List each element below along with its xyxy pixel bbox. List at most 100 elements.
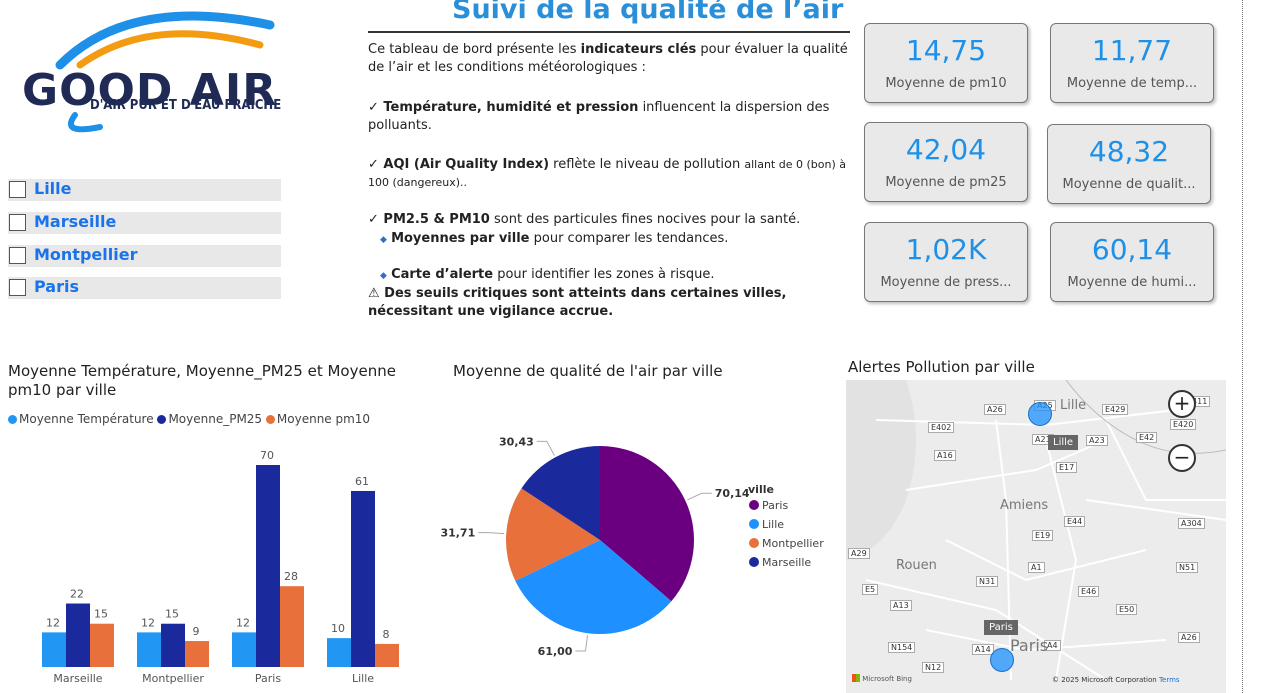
slicer-item-montpellier[interactable]: Montpellier: [8, 245, 281, 267]
paragraph-pm: ✓ PM2.5 & PM10 sont des particules fines…: [368, 211, 858, 229]
legend-dot: [8, 415, 17, 424]
paragraph-warning: ⚠ Des seuils critiques sont atteints dan…: [368, 286, 787, 319]
legend-item: Moyenne Température: [19, 412, 154, 426]
kpi-label: Moyenne de pm10: [885, 76, 1007, 91]
bar[interactable]: [375, 643, 399, 667]
checkbox[interactable]: [9, 279, 26, 296]
slicer-item-paris[interactable]: Paris: [8, 277, 281, 299]
road-label: E50: [1116, 604, 1138, 615]
sea-area: [846, 380, 916, 560]
road-label: A29: [848, 548, 870, 559]
road-label: E46: [1078, 586, 1100, 597]
kpi-card-pm25[interactable]: 42,04 Moyenne de pm25: [864, 122, 1028, 202]
bar-value-label: 28: [284, 570, 298, 583]
legend-dot: [749, 538, 759, 548]
map-copyright: © 2025 Microsoft Corporation Terms: [1052, 676, 1180, 684]
bar[interactable]: [185, 641, 209, 667]
slicer-item-lille[interactable]: Lille: [8, 179, 281, 201]
bar[interactable]: [42, 632, 66, 667]
kpi-label: Moyenne de pm25: [885, 175, 1007, 190]
road-label: A1: [1028, 562, 1045, 573]
category-label: Marseille: [53, 672, 102, 685]
kpi-card-pm10[interactable]: 14,75 Moyenne de pm10: [864, 23, 1028, 103]
marker-paris[interactable]: [990, 648, 1014, 672]
checkbox[interactable]: [9, 181, 26, 198]
logo-tagline: D'AIR PUR ET D'EAU FRAÎCHE: [90, 98, 282, 113]
kpi-label: Moyenne de qualit...: [1062, 177, 1196, 192]
road-label: A14: [972, 644, 994, 655]
slice-label: 30,43: [499, 435, 534, 448]
bar[interactable]: [232, 632, 256, 667]
bar[interactable]: [351, 490, 375, 667]
checkbox[interactable]: [9, 214, 26, 231]
tooltip-lille: Lille: [1048, 435, 1079, 450]
bar[interactable]: [90, 623, 114, 667]
bing-logo: Microsoft Bing: [852, 674, 912, 683]
bar[interactable]: [137, 632, 161, 667]
city-label: Amiens: [1000, 498, 1049, 513]
microsoft-icon: [852, 674, 860, 682]
page-title: Suivi de la qualité de l’air: [452, 0, 844, 25]
bar-value-label: 15: [165, 608, 179, 621]
marker-lille[interactable]: [1028, 402, 1052, 426]
slicer-label: Marseille: [34, 212, 117, 231]
kpi-label: Moyenne de press...: [880, 275, 1012, 290]
slicer-item-marseille[interactable]: Marseille: [8, 212, 281, 234]
bar[interactable]: [256, 465, 280, 667]
road-label: E429: [1102, 404, 1129, 415]
bar-value-label: 9: [193, 625, 200, 638]
road-label: A26: [984, 404, 1006, 415]
kpi-card-pressure[interactable]: 1,02K Moyenne de press...: [864, 222, 1028, 302]
category-label: Montpellier: [142, 672, 204, 685]
bing-label: Microsoft Bing: [862, 675, 912, 683]
paragraph-moyennes: ◆ Moyennes par ville pour comparer les t…: [380, 230, 870, 249]
text: reflète le niveau de pollution: [549, 157, 745, 172]
legend-item[interactable]: Marseille: [762, 556, 811, 569]
legend-dot: [749, 557, 759, 567]
legend-dot: [265, 415, 275, 424]
slice-label: 31,71: [440, 527, 475, 540]
bar[interactable]: [327, 638, 351, 667]
map-title: Alertes Pollution par ville: [848, 358, 1035, 376]
legend-item[interactable]: Montpellier: [762, 537, 824, 550]
kpi-card-humidity[interactable]: 60,14 Moyenne de humi...: [1050, 222, 1214, 302]
title-divider: [368, 31, 850, 33]
page-border: [1242, 0, 1243, 693]
checkbox[interactable]: [9, 247, 26, 264]
bullet-icon: ◆: [380, 235, 387, 245]
zoom-out-button[interactable]: −: [1168, 444, 1196, 472]
road-label: E19: [1032, 530, 1054, 541]
road-label: A304: [1178, 518, 1205, 529]
bar-value-label: 12: [236, 616, 250, 629]
legend-dot: [157, 415, 167, 424]
kpi-value: 1,02K: [905, 233, 987, 266]
paragraph-aqi: ✓ AQI (Air Quality Index) reflète le niv…: [368, 156, 858, 192]
text: Ce tableau de bord présente les: [368, 42, 581, 57]
kpi-card-temperature[interactable]: 11,77 Moyenne de temp...: [1050, 23, 1214, 103]
bar-chart-title: Moyenne Température, Moyenne_PM25 et Moy…: [8, 362, 396, 399]
bar[interactable]: [66, 603, 90, 667]
leader-line: [536, 440, 555, 456]
kpi-value: 14,75: [905, 34, 987, 67]
bar-chart-legend: Moyenne Température Moyenne_PM25 Moyenne…: [8, 412, 370, 426]
terms-link[interactable]: Terms: [1159, 676, 1180, 684]
legend-item[interactable]: Lille: [762, 518, 784, 531]
road-label: N31: [976, 576, 999, 587]
slice-label: 70,14: [715, 487, 750, 500]
legend-dot: [749, 500, 759, 510]
map[interactable]: A26 A25 E429 E411 E402 A21 A23 E42 E420 …: [846, 380, 1226, 693]
bar[interactable]: [280, 586, 304, 667]
intro-paragraph: Ce tableau de bord présente les indicate…: [368, 41, 858, 77]
city-label: Paris: [1010, 636, 1049, 655]
bar-value-label: 22: [70, 588, 84, 601]
copyright-text: © 2025 Microsoft Corporation: [1052, 676, 1157, 684]
kpi-card-air-quality[interactable]: 48,32 Moyenne de qualit...: [1047, 124, 1211, 204]
bar[interactable]: [161, 623, 185, 667]
road-label: E44: [1064, 516, 1086, 527]
road-label: E420: [1170, 419, 1197, 430]
road-label: A23: [1086, 435, 1108, 446]
road-label: E402: [928, 422, 955, 433]
legend-dot: [749, 519, 759, 529]
legend-item[interactable]: Paris: [762, 499, 788, 512]
zoom-in-button[interactable]: +: [1168, 390, 1196, 418]
